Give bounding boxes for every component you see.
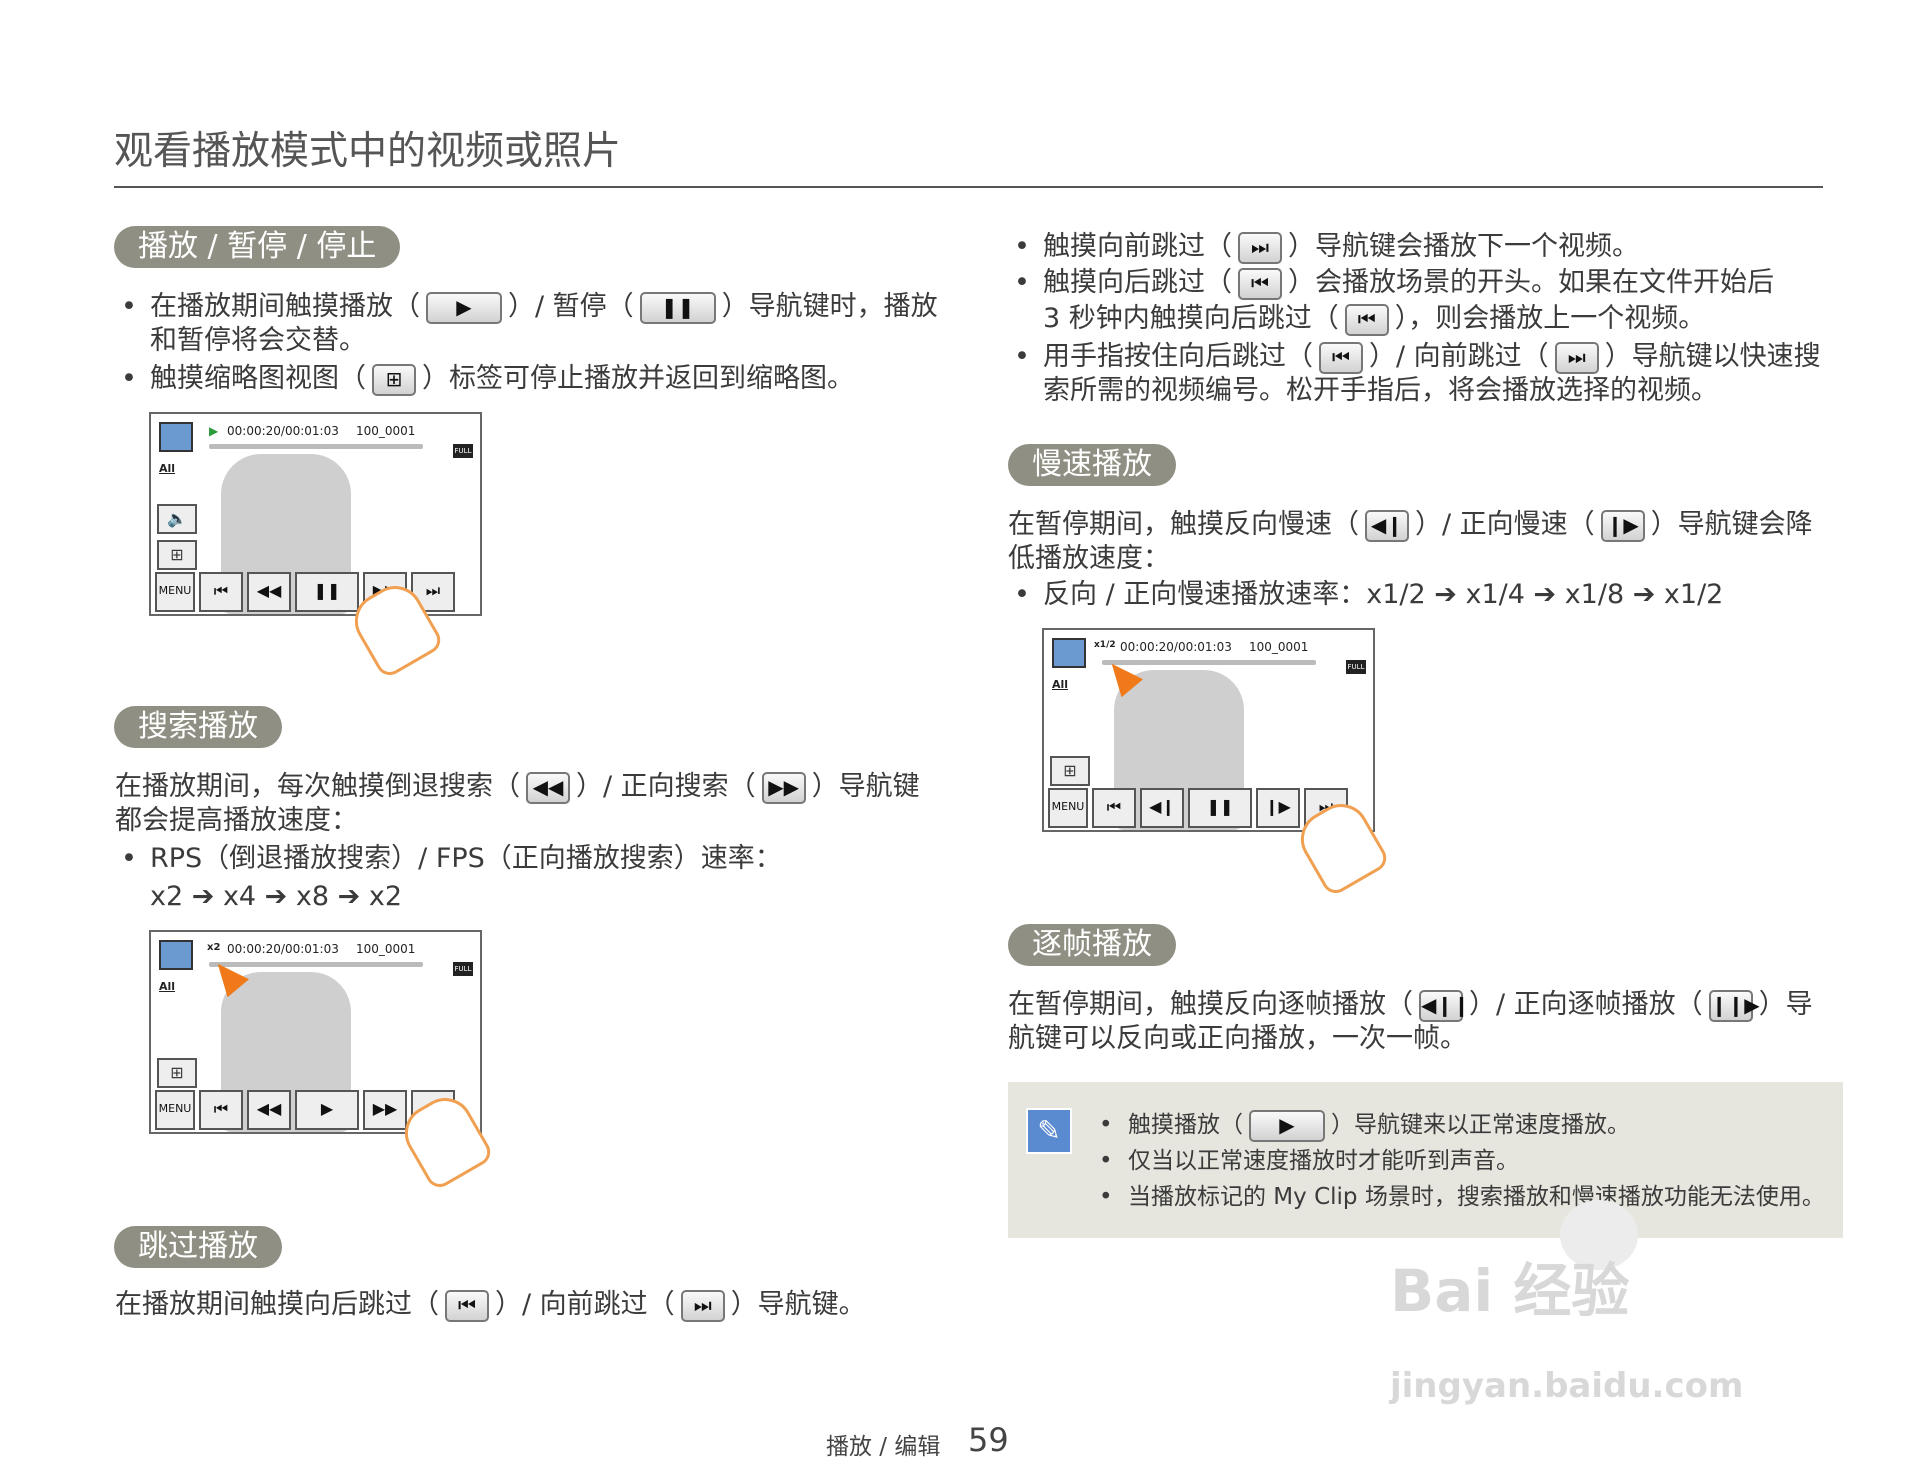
menu-button: MENU (155, 572, 195, 612)
play-bullet-2: • 触摸缩略图视图（ ⊞ ）标签可停止播放并返回到缩略图。 (121, 363, 854, 396)
time-readout: 00:00:20/00:01:03 (227, 942, 339, 956)
slow-reverse-key-icon: ◀❙ (1365, 509, 1409, 542)
slow-rate-label: x1/2 (1094, 640, 1116, 650)
page-number: 59 (968, 1421, 1009, 1459)
title-divider (114, 186, 1823, 188)
section-heading-play: 播放 / 暂停 / 停止 (114, 226, 401, 268)
skip-bullet-2: • 触摸向后跳过（ ⏮ ）会播放场景的开头。如果在文件开始后 (1014, 267, 1774, 300)
slow-para-cont: 低播放速度： (1008, 543, 1170, 574)
file-number: 100_0001 (356, 424, 416, 438)
forward-icon: ▶▶ (363, 1090, 407, 1130)
time-readout: 00:00:20/00:01:03 (227, 424, 339, 438)
section-heading-frame: 逐帧播放 (1008, 924, 1176, 966)
search-rates: x2 ➔ x4 ➔ x8 ➔ x2 (150, 881, 402, 912)
note-2: • 仅当以正常速度播放时才能听到声音。 (1099, 1148, 1519, 1174)
thumbnail-view-icon: ⊞ (157, 540, 197, 570)
slow-para: 在暂停期间，触摸反向慢速（ ◀❙ ）/ 正向慢速（ ❙▶ ）导航键会降 (1008, 509, 1813, 542)
slow-reverse-icon: ◀❙ (1140, 788, 1184, 828)
watermark-url: jingyan.baidu.com (1390, 1366, 1744, 1406)
frame-para: 在暂停期间，触摸反向逐帧播放（ ◀❙❙）/ 正向逐帧播放（ ❙❙▶）导 (1008, 989, 1813, 1022)
play-key-icon: ▶ (1249, 1109, 1325, 1142)
watermark-logo: Bai 经验 (1390, 1257, 1630, 1325)
play-bullet-1-cont: 和暂停将会交替。 (150, 325, 366, 356)
frame-forward-key-icon: ❙❙▶ (1708, 989, 1760, 1022)
prev-icon: ⏮ (199, 1090, 243, 1130)
menu-button: MENU (155, 1090, 195, 1130)
prev-icon: ⏮ (199, 572, 243, 612)
pause-key-icon: ❚❚ (639, 291, 716, 324)
forward-key-icon: ▶▶ (761, 771, 806, 804)
lcd-screenshot-play: All ▶ 00:00:20/00:01:03 100_0001 FULL HD… (149, 412, 482, 616)
all-label: All (1052, 678, 1069, 691)
frame-reverse-key-icon: ◀❙❙ (1419, 989, 1470, 1022)
progress-track (209, 962, 423, 967)
lcd-screenshot-slow: All x1/2 00:00:20/00:01:03 100_0001 FULL… (1042, 628, 1375, 832)
prev-key-icon: ⏮ (445, 1289, 489, 1322)
thumbnail-key-icon: ⊞ (372, 363, 416, 396)
all-label: All (159, 462, 176, 475)
skip-bullet-3: • 用手指按住向后跳过（ ⏮ ）/ 向前跳过（ ⏭ ）导航键以快速搜 (1014, 341, 1821, 374)
file-number: 100_0001 (356, 942, 416, 956)
thumbnail-view-icon: ⊞ (157, 1058, 197, 1088)
thumbnail-icon (159, 422, 193, 452)
section-heading-skip: 跳过播放 (114, 1226, 282, 1268)
footer-section-label: 播放 / 编辑 (826, 1434, 941, 1460)
page-title: 观看播放模式中的视频或照片 (114, 129, 622, 174)
progress-track (209, 444, 423, 449)
note-pencil-icon: ✎ (1026, 1108, 1072, 1154)
slow-forward-icon: ❙▶ (1256, 788, 1300, 828)
full-hd-badge: FULL HD (453, 962, 473, 987)
skip-para: 在播放期间触摸向后跳过（ ⏮ ）/ 向前跳过（ ⏭ ）导航键。 (115, 1289, 866, 1322)
all-label: All (159, 980, 176, 993)
skip-bullet-3-cont: 索所需的视频编号。松开手指后，将会播放选择的视频。 (1043, 375, 1718, 406)
next-key-icon: ⏭ (1238, 231, 1282, 264)
thumbnail-icon (159, 940, 193, 970)
frame-para-cont: 航键可以反向或正向播放，一次一帧。 (1008, 1023, 1467, 1054)
prev-key-icon: ⏮ (1319, 341, 1363, 374)
thumbnail-icon (1052, 638, 1086, 668)
search-para-cont: 都会提高播放速度： (115, 805, 358, 836)
search-rate-label: x2 (207, 942, 221, 953)
play-key-icon: ▶ (426, 291, 502, 324)
file-number: 100_0001 (1249, 640, 1309, 654)
menu-button: MENU (1048, 788, 1088, 828)
next-key-icon: ⏭ (1554, 341, 1599, 374)
prev-key-icon: ⏮ (1238, 267, 1282, 300)
section-heading-slow: 慢速播放 (1008, 444, 1176, 486)
skip-bullet-1: • 触摸向前跳过（ ⏭ ）导航键会播放下一个视频。 (1014, 231, 1639, 264)
play-status-icon: ▶ (209, 424, 219, 438)
rewind-icon: ◀◀ (247, 572, 291, 612)
progress-track (1102, 660, 1316, 665)
pause-icon: ❚❚ (1188, 788, 1252, 828)
search-para: 在播放期间，每次触摸倒退搜索（ ◀◀ ）/ 正向搜索（ ▶▶ ）导航键 (115, 771, 920, 804)
prev-key-icon: ⏮ (1344, 303, 1389, 336)
volume-icon: 🔈 (157, 504, 197, 534)
full-hd-badge: FULL HD (453, 444, 473, 469)
play-bullet-1: • 在播放期间触摸播放（ ▶ ）/ 暂停（ ❚❚ ）导航键时，播放 (121, 291, 938, 324)
prev-icon: ⏮ (1092, 788, 1136, 828)
note-1: • 触摸播放（ ▶ ）导航键来以正常速度播放。 (1099, 1108, 1630, 1142)
play-icon: ▶ (295, 1090, 359, 1130)
skip-bullet-2-cont: 3 秒钟内触摸向后跳过（ ⏮ ），则会播放上一个视频。 (1043, 303, 1706, 336)
search-bullet-1: • RPS（倒退播放搜索）/ FPS（正向播放搜索）速率： (121, 843, 782, 874)
note-3: • 当播放标记的 My Clip 场景时，搜索播放和慢速播放功能无法使用。 (1099, 1184, 1825, 1210)
next-key-icon: ⏭ (680, 1289, 725, 1322)
full-hd-badge: FULL HD (1346, 660, 1366, 685)
rewind-icon: ◀◀ (247, 1090, 291, 1130)
time-readout: 00:00:20/00:01:03 (1120, 640, 1232, 654)
section-heading-search: 搜索播放 (114, 706, 282, 748)
thumbnail-view-icon: ⊞ (1050, 756, 1090, 786)
pause-icon: ❚❚ (295, 572, 359, 612)
slow-forward-key-icon: ❙▶ (1600, 509, 1645, 542)
slow-bullet-1: • 反向 / 正向慢速播放速率：x1/2 ➔ x1/4 ➔ x1/8 ➔ x1/2 (1014, 579, 1724, 610)
rewind-key-icon: ◀◀ (526, 771, 570, 804)
